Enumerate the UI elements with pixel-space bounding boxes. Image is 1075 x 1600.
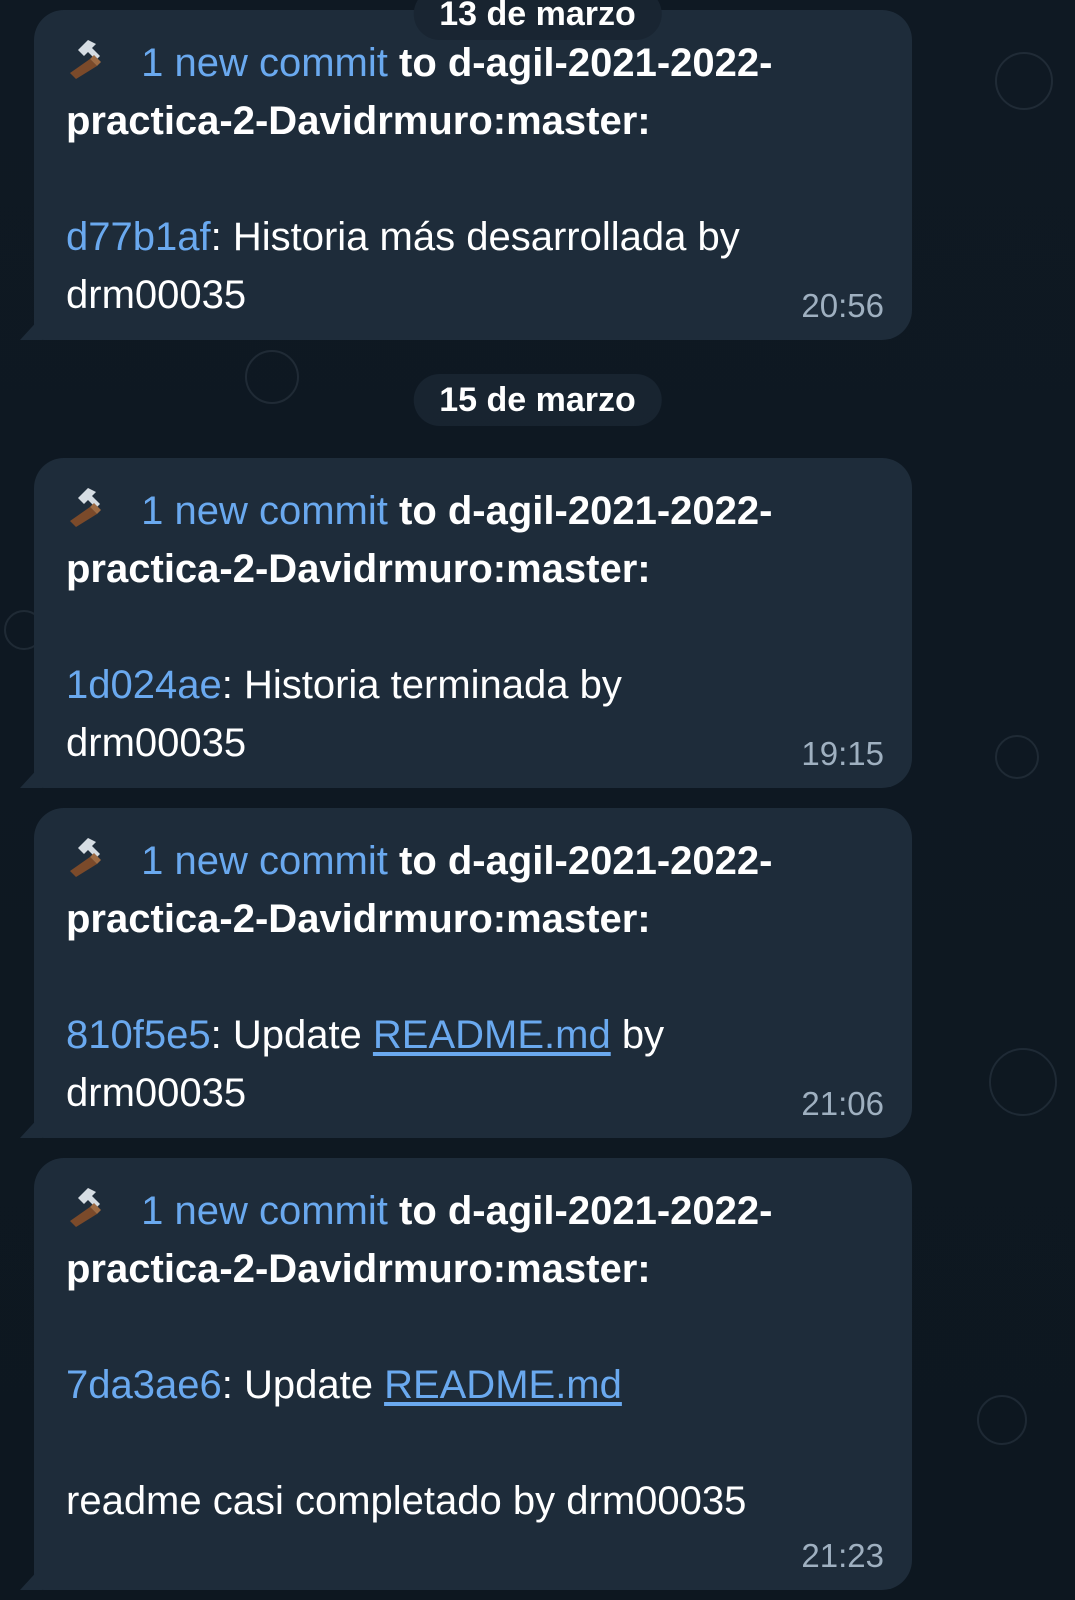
commit-hash-link[interactable]: 810f5e5 (66, 1013, 211, 1057)
message-header-line: 1 new commit to d-agil-2021-2022- (66, 482, 882, 540)
background-doodle (995, 735, 1039, 779)
commit-description: readme casi completado by drm00035 (66, 1479, 747, 1523)
message-gap (66, 948, 882, 1006)
readme-link[interactable]: README.md (373, 1013, 611, 1057)
commit-hash-link[interactable]: 7da3ae6 (66, 1363, 222, 1407)
message-bubble[interactable]: 1 new commit to d-agil-2021-2022- practi… (34, 10, 912, 340)
repository-target: to d-agil-2021-2022- (399, 489, 773, 533)
background-doodle (245, 350, 299, 404)
commit-message: : Historia más desarrollada by (210, 215, 740, 259)
repository-target: to d-agil-2021-2022- (399, 41, 773, 85)
message-time: 19:15 (801, 735, 884, 772)
repository-target: practica-2-Davidrmuro:master: (66, 1247, 651, 1291)
repository-target: practica-2-Davidrmuro:master: (66, 897, 651, 941)
background-doodle (995, 52, 1053, 110)
message-time: 21:06 (801, 1085, 884, 1122)
readme-link[interactable]: README.md (384, 1363, 622, 1407)
commit-author: drm00035 (66, 273, 247, 317)
message-header-line: 1 new commit to d-agil-2021-2022- (66, 832, 882, 890)
hammer-icon (66, 833, 114, 881)
message-header-line: 1 new commit to d-agil-2021-2022- (66, 1182, 882, 1240)
commit-count-link[interactable]: 1 new commit (141, 1189, 388, 1233)
message-gap (66, 150, 882, 208)
commit-line: 7da3ae6: Update README.md (66, 1356, 882, 1414)
repository-target: practica-2-Davidrmuro:master: (66, 547, 651, 591)
message-time: 21:23 (801, 1537, 884, 1574)
commit-hash-link[interactable]: d77b1af (66, 215, 211, 259)
hammer-icon (66, 35, 114, 83)
date-separator: 15 de marzo (413, 374, 662, 426)
commit-message-prefix: : Update (221, 1363, 385, 1407)
commit-line: d77b1af: Historia más desarrollada by (66, 208, 882, 266)
message-time: 20:56 (801, 287, 884, 324)
repository-target: to d-agil-2021-2022- (399, 1189, 773, 1233)
commit-message-prefix: : Update (210, 1013, 373, 1057)
message-bubble[interactable]: 1 new commit to d-agil-2021-2022- practi… (34, 808, 912, 1138)
background-doodle (977, 1395, 1027, 1445)
commit-count-link[interactable]: 1 new commit (141, 489, 388, 533)
commit-message: : Historia terminada by (221, 663, 622, 707)
commit-count-link[interactable]: 1 new commit (141, 41, 388, 85)
commit-message-suffix: by (610, 1013, 665, 1057)
commit-author: drm00035 (66, 721, 247, 765)
commit-line: 810f5e5: Update README.md by (66, 1006, 882, 1064)
message-gap (66, 1298, 882, 1356)
message-gap (66, 1414, 882, 1472)
hammer-icon (66, 1183, 114, 1231)
message-header-line: 1 new commit to d-agil-2021-2022- (66, 34, 882, 92)
commit-hash-link[interactable]: 1d024ae (66, 663, 222, 707)
background-doodle (989, 1048, 1057, 1116)
message-gap (66, 598, 882, 656)
repository-target: practica-2-Davidrmuro:master: (66, 99, 651, 143)
commit-author: drm00035 (66, 1071, 247, 1115)
commit-count-link[interactable]: 1 new commit (141, 839, 388, 883)
message-bubble[interactable]: 1 new commit to d-agil-2021-2022- practi… (34, 1158, 912, 1590)
commit-line: 1d024ae: Historia terminada by (66, 656, 882, 714)
date-separator: 13 de marzo (413, 0, 662, 40)
repository-target: to d-agil-2021-2022- (399, 839, 773, 883)
hammer-icon (66, 483, 114, 531)
message-bubble[interactable]: 1 new commit to d-agil-2021-2022- practi… (34, 458, 912, 788)
